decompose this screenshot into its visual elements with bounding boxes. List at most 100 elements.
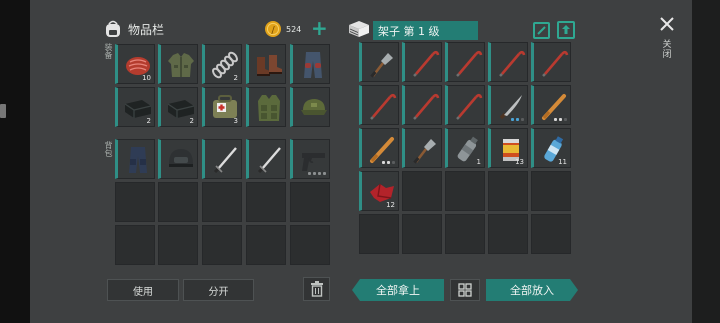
use-button[interactable]: 使用 — [107, 279, 179, 301]
inventory-title: 物品栏 — [128, 22, 165, 37]
box-icon — [349, 21, 369, 37]
item-count: 2 — [146, 117, 151, 125]
item-slot-shovel[interactable] — [359, 42, 399, 82]
split-button[interactable]: 分开 — [183, 279, 254, 301]
shovel-icon — [370, 53, 393, 78]
item-slot-water-bottle-empty[interactable]: 1 — [445, 128, 485, 168]
upgrade-button[interactable] — [557, 21, 575, 39]
boots-icon — [257, 55, 282, 76]
empty-slot[interactable] — [246, 182, 286, 222]
empty-slot[interactable] — [158, 225, 198, 265]
cap-icon — [301, 99, 327, 115]
empty-slot[interactable] — [158, 182, 198, 222]
item-slot-cloth[interactable]: 2 — [115, 87, 155, 127]
item-slot-machete[interactable] — [488, 85, 528, 125]
item-slot-raw-meat[interactable]: 10 — [115, 44, 155, 84]
item-slot-crowbar[interactable] — [402, 85, 442, 125]
item-slot-helmet[interactable] — [158, 139, 198, 179]
jacket-icon — [168, 53, 194, 77]
durability-indicator — [382, 161, 395, 164]
empty-slot[interactable] — [246, 225, 286, 265]
coin-count: 524 — [286, 24, 302, 34]
take-all-button[interactable]: 全部拿上 — [352, 279, 444, 301]
empty-slot[interactable] — [359, 214, 399, 254]
empty-slot[interactable] — [531, 171, 571, 211]
katana-icon — [257, 147, 281, 174]
item-slot-shovel[interactable] — [402, 128, 442, 168]
crowbar-icon — [456, 93, 483, 120]
close-button[interactable]: 关闭 — [653, 12, 681, 68]
item-count: 12 — [386, 201, 395, 209]
item-count: 1 — [476, 158, 481, 166]
discard-button[interactable] — [303, 277, 330, 301]
item-slot-bat[interactable] — [531, 85, 571, 125]
item-slot-first-aid-bag[interactable]: 3 — [202, 87, 242, 127]
empty-slot[interactable] — [290, 182, 330, 222]
item-slot-cloth[interactable]: 2 — [158, 87, 198, 127]
empty-slot[interactable] — [202, 182, 242, 222]
crowbar-icon — [413, 50, 440, 77]
durability-indicator — [554, 118, 567, 121]
left-screen-edge — [0, 0, 30, 323]
backpack-section-label: 背包 — [104, 141, 113, 158]
empty-slot[interactable] — [202, 225, 242, 265]
item-count: 2 — [189, 117, 194, 125]
empty-slot[interactable] — [115, 225, 155, 265]
empty-slot[interactable] — [445, 214, 485, 254]
vest-icon — [258, 95, 280, 121]
close-label: 关闭 — [662, 40, 672, 60]
item-count: 13 — [515, 158, 524, 166]
item-slot-cap[interactable] — [290, 87, 330, 127]
item-slot-crowbar[interactable] — [402, 42, 442, 82]
close-icon — [660, 17, 674, 31]
item-slot-red-cloth[interactable]: 12 — [359, 171, 399, 211]
empty-slot[interactable] — [115, 182, 155, 222]
equip-section-label: 装备 — [104, 43, 113, 60]
storage-title: 架子 第 1 级 — [373, 21, 478, 40]
empty-slot[interactable] — [402, 214, 442, 254]
rename-button[interactable] — [533, 22, 550, 39]
item-slot-crowbar[interactable] — [445, 42, 485, 82]
item-slot-crowbar[interactable] — [531, 42, 571, 82]
empty-slot[interactable] — [402, 171, 442, 211]
tactical-pants-icon — [129, 147, 147, 173]
storage-header — [347, 18, 375, 40]
item-slot-crowbar[interactable] — [445, 85, 485, 125]
inventory-header: 物品栏 — [104, 18, 164, 40]
game-screen: 物品栏 / 524 + 架子 第 1 级 关闭 装备 背包 10 2 2 2 3 1 13… — [0, 0, 720, 323]
item-slot-boots[interactable] — [246, 44, 286, 84]
crowbar-icon — [542, 50, 569, 77]
item-slot-pistol[interactable] — [290, 139, 330, 179]
item-count: 3 — [233, 117, 238, 125]
empty-slot[interactable] — [290, 225, 330, 265]
empty-slot[interactable] — [488, 171, 528, 211]
empty-slot[interactable] — [531, 214, 571, 254]
shovel-icon — [413, 139, 436, 164]
item-slot-katana[interactable] — [202, 139, 242, 179]
durability-indicator — [308, 172, 326, 175]
item-count: 11 — [558, 158, 567, 166]
item-slot-vest[interactable] — [246, 87, 286, 127]
item-slot-crowbar[interactable] — [488, 42, 528, 82]
crowbar-icon — [499, 50, 526, 77]
item-slot-spring[interactable]: 2 — [202, 44, 242, 84]
item-slot-katana[interactable] — [246, 139, 286, 179]
durability-indicator — [511, 118, 524, 121]
backpack-icon — [106, 20, 120, 37]
crowbar-icon — [370, 93, 397, 120]
item-slot-crowbar[interactable] — [359, 85, 399, 125]
sort-button[interactable] — [450, 279, 480, 301]
right-screen-edge — [692, 0, 720, 323]
empty-slot[interactable] — [445, 171, 485, 211]
item-slot-canned-food[interactable]: 13 — [488, 128, 528, 168]
item-slot-water-bottle[interactable]: 11 — [531, 128, 571, 168]
item-count: 10 — [142, 74, 151, 82]
empty-slot[interactable] — [488, 214, 528, 254]
item-slot-bat[interactable] — [359, 128, 399, 168]
add-coins-button[interactable]: + — [311, 16, 328, 40]
item-slot-jacket[interactable] — [158, 44, 198, 84]
item-slot-pants[interactable] — [290, 44, 330, 84]
put-all-button[interactable]: 全部放入 — [486, 279, 578, 301]
item-slot-tactical-pants[interactable] — [115, 139, 155, 179]
grid-icon — [458, 283, 472, 297]
